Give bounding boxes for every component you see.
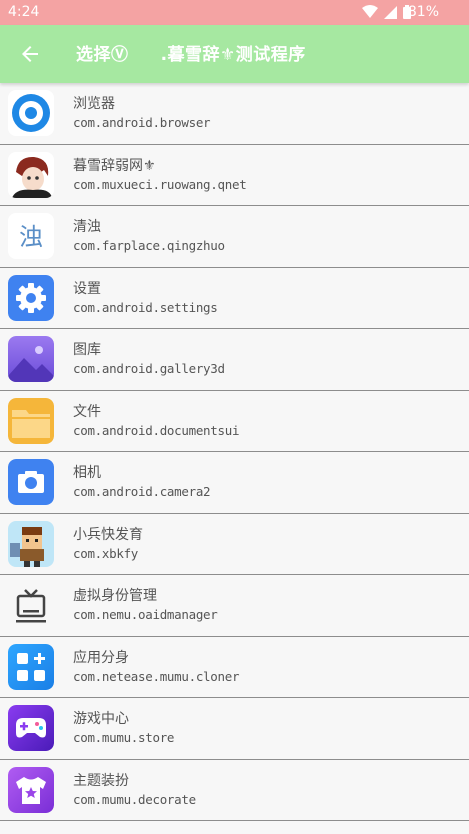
status-bar: 4:24 81% [0,0,469,25]
app-package: com.android.settings [73,299,218,315]
app-list-item[interactable]: 小兵快发育 com.xbkfy [0,514,469,575]
app-list-item[interactable]: 图库 com.android.gallery3d [0,329,469,391]
back-arrow-icon[interactable] [18,42,42,66]
app-name: 应用分身 [73,649,129,666]
app-package: com.xbkfy [73,545,139,561]
app-list-item[interactable]: 相机 com.android.camera2 [0,452,469,514]
app-name: 相机 [73,465,101,481]
app-package: com.muxueci.ruowang.qnet [73,176,247,192]
camera-icon [8,459,54,505]
app-name: 清浊 [73,219,101,235]
app-name: 暮雪辞弱网⚜ [73,157,156,174]
app-package: com.mumu.decorate [73,791,196,807]
app-list-item[interactable]: 虚拟身份管理 com.nemu.oaidmanager [0,575,469,637]
app-list-item[interactable]: 游戏中心 com.mumu.store [0,698,469,760]
app-name: 浏览器 [73,96,115,112]
qingzhuo-icon: 浊 [8,213,54,259]
app-package: com.nemu.oaidmanager [73,607,218,622]
app-list: 浏览器 com.android.browser 暮雪辞弱网⚜ com.muxueci.… [0,83,469,821]
cloner-icon [8,643,54,690]
tv-icon [8,582,54,628]
game-character-icon [8,520,54,567]
app-list-item[interactable]: 文件 com.android.documentsui [0,391,469,452]
app-list-item[interactable]: 暮雪辞弱网⚜ com.muxueci.ruowang.qnet [0,145,469,206]
app-package: com.farplace.qingzhuo [73,238,225,253]
status-icons [362,5,411,19]
app-list-item[interactable]: 设置 com.android.settings [0,268,469,329]
folder-icon [8,397,54,444]
app-list-item[interactable]: 主题装扮 com.mumu.decorate [0,760,469,821]
app-package: com.android.documentsui [73,422,240,438]
app-package: com.android.camera2 [73,484,211,499]
wifi-icon [362,5,378,18]
gear-icon [8,274,54,321]
tshirt-icon [8,766,54,813]
app-name: 图库 [73,342,101,358]
app-package: com.android.gallery3d [73,361,225,376]
app-package: com.android.browser [73,115,211,130]
app-name: 主题装扮 [73,772,129,789]
signal-icon [384,5,397,19]
app-list-item[interactable]: 浏览器 com.android.browser [0,83,469,145]
battery-percent: 81% [407,4,439,20]
app-name: 小兵快发育 [73,526,143,543]
app-list-item[interactable]: 浊 清浊 com.farplace.qingzhuo [0,206,469,268]
app-package: com.mumu.store [73,730,175,745]
app-bar: 选择Ⓥ .暮雪辞⚜测试程序 [0,25,469,83]
gallery-icon [8,336,54,382]
browser-icon [8,90,54,136]
app-list-item[interactable]: 应用分身 com.netease.mumu.cloner [0,637,469,698]
page-title: 选择Ⓥ .暮雪辞⚜测试程序 [76,45,306,65]
app-name: 游戏中心 [73,711,129,727]
svg-text:浊: 浊 [19,223,43,251]
app-name: 文件 [73,403,101,420]
app-package: com.netease.mumu.cloner [73,668,240,684]
app-name: 虚拟身份管理 [73,588,157,604]
status-time: 4:24 [8,4,40,20]
avatar-icon [8,151,54,198]
app-name: 设置 [73,280,101,297]
gamepad-icon [8,705,54,751]
